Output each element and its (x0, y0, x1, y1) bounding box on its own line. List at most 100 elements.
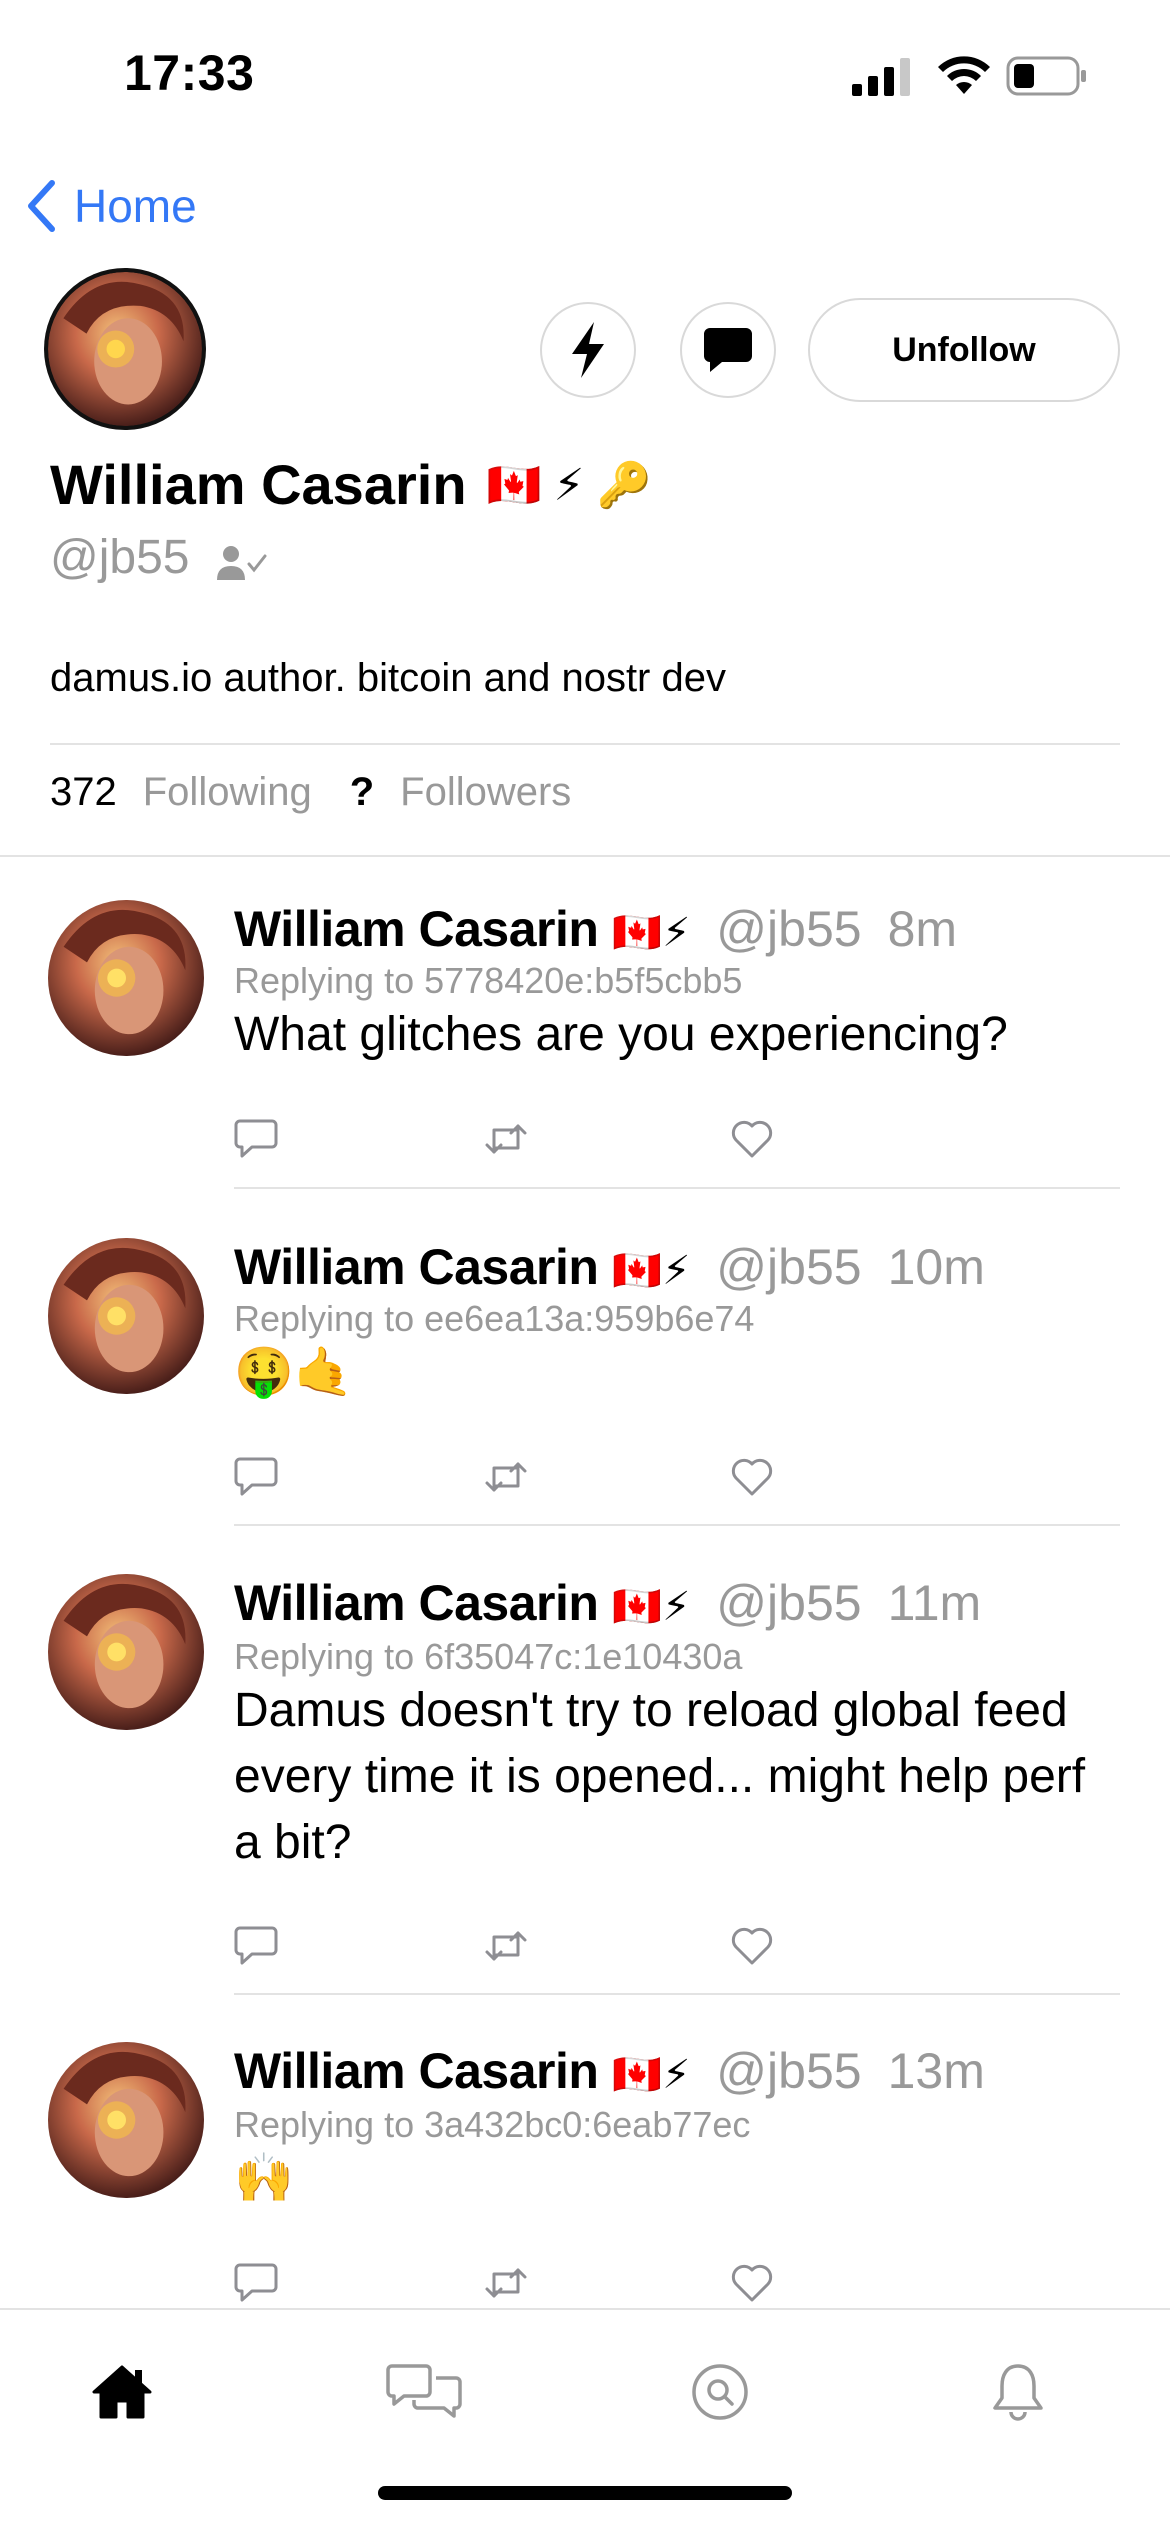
post-content[interactable]: What glitches are you experiencing? (234, 1002, 1114, 1068)
reply-button[interactable] (234, 1456, 482, 1498)
avatar-image (48, 900, 204, 1056)
post-author-name[interactable]: William Casarin (234, 1238, 599, 1296)
post-author-name[interactable]: William Casarin (234, 900, 599, 958)
divider (50, 743, 1120, 745)
followers-label[interactable]: Followers (400, 770, 571, 815)
post-avatar[interactable] (48, 1238, 204, 1394)
post-timestamp: 13m (887, 2043, 985, 2099)
heart-icon (731, 2264, 773, 2302)
post-divider (234, 1187, 1120, 1189)
post-replying-to[interactable]: Replying to 6f35047c:1e10430a (234, 1636, 742, 1678)
bell-icon (993, 2364, 1043, 2421)
post-content[interactable]: 🤑🤙 (234, 1340, 1114, 1406)
following-count[interactable]: 372 (50, 770, 117, 815)
following-label[interactable]: Following (143, 770, 312, 815)
repost-icon (485, 2268, 527, 2298)
follow-stats: 372 Following ? Followers (50, 770, 609, 815)
reply-icon (234, 1457, 278, 1496)
avatar-image (48, 272, 202, 426)
like-button[interactable] (730, 1925, 978, 1967)
heart-icon (731, 1927, 773, 1965)
repost-button[interactable] (482, 1456, 730, 1498)
tab-home[interactable] (82, 2352, 162, 2432)
post-replying-to[interactable]: Replying to 5778420e:b5f5cbb5 (234, 960, 742, 1002)
post-author-emojis: 🇨🇦⚡ (612, 911, 691, 955)
chevron-left-icon (28, 180, 55, 232)
profile-about: damus.io author. bitcoin and nostr dev (50, 656, 726, 700)
cellular-signal-icon (852, 58, 910, 96)
repost-button[interactable] (482, 2262, 730, 2304)
profile-avatar[interactable] (44, 268, 206, 430)
tab-messages[interactable] (384, 2352, 464, 2432)
heart-icon (731, 1120, 773, 1158)
tab-notifications[interactable] (978, 2352, 1058, 2432)
home-indicator (378, 2486, 792, 2500)
post-author-emojis: 🇨🇦⚡ (612, 1249, 691, 1293)
post-author-handle: @jb55 (716, 901, 862, 957)
post-actions (234, 1456, 978, 1498)
profile-display-name: William Casarin 🇨🇦 ⚡ 🔑 (50, 452, 651, 517)
post-author-emojis: 🇨🇦⚡ (612, 2053, 691, 2097)
status-time: 17:33 (124, 45, 255, 101)
wifi-icon (938, 56, 990, 94)
zap-button[interactable] (540, 302, 636, 398)
divider (0, 855, 1170, 857)
post-actions (234, 1118, 978, 1160)
profile-handle-row: @jb55 (50, 530, 267, 585)
post-header: William Casarin 🇨🇦⚡ @jb55 8m (234, 900, 957, 958)
post-author-handle: @jb55 (716, 2043, 862, 2099)
post-avatar[interactable] (48, 2042, 204, 2198)
post-content[interactable]: Damus doesn't try to reload global feed … (234, 1678, 1114, 1876)
avatar-image (48, 2042, 204, 2198)
back-button[interactable]: Home (26, 176, 197, 236)
like-button[interactable] (730, 1456, 978, 1498)
avatar-image (48, 1238, 204, 1394)
display-name-text: William Casarin (50, 453, 467, 516)
post-divider (234, 1993, 1120, 1995)
reply-icon (234, 1926, 278, 1965)
post-actions (234, 2262, 978, 2304)
message-bubble-icon (704, 328, 752, 372)
post-divider (234, 1524, 1120, 1526)
tab-search[interactable] (680, 2352, 760, 2432)
heart-icon (731, 1458, 773, 1496)
avatar-image (48, 1574, 204, 1730)
repost-icon (485, 1124, 527, 1154)
post-author-name[interactable]: William Casarin (234, 1574, 599, 1632)
post-header: William Casarin 🇨🇦⚡ @jb55 13m (234, 2042, 985, 2100)
reply-icon (234, 2263, 278, 2302)
reply-button[interactable] (234, 1925, 482, 1967)
post-author-handle: @jb55 (716, 1575, 862, 1631)
like-button[interactable] (730, 2262, 978, 2304)
post-header: William Casarin 🇨🇦⚡ @jb55 11m (234, 1574, 981, 1632)
home-icon (92, 2365, 152, 2419)
reply-button[interactable] (234, 1118, 482, 1160)
back-label: Home (74, 180, 197, 232)
bolt-icon (572, 322, 604, 378)
followers-count[interactable]: ? (350, 770, 374, 815)
post-author-emojis: 🇨🇦⚡ (612, 1585, 691, 1629)
post-author-name[interactable]: William Casarin (234, 2042, 599, 2100)
battery-icon (1006, 56, 1086, 96)
unfollow-button[interactable]: Unfollow (808, 298, 1120, 402)
post-avatar[interactable] (48, 1574, 204, 1730)
post-content[interactable]: 🙌 (234, 2146, 1114, 2212)
like-button[interactable] (730, 1118, 978, 1160)
post-replying-to[interactable]: Replying to ee6ea13a:959b6e74 (234, 1298, 754, 1340)
name-emojis: 🇨🇦 ⚡ 🔑 (486, 460, 652, 510)
repost-icon (485, 1462, 527, 1492)
person-check-icon (217, 545, 267, 580)
reply-icon (234, 1119, 278, 1158)
post-timestamp: 11m (887, 1575, 982, 1631)
post-avatar[interactable] (48, 900, 204, 1056)
repost-button[interactable] (482, 1925, 730, 1967)
post-actions (234, 1925, 978, 1967)
repost-icon (485, 1931, 527, 1961)
direct-message-button[interactable] (680, 302, 776, 398)
reply-button[interactable] (234, 2262, 482, 2304)
chats-icon (386, 2364, 462, 2418)
post-replying-to[interactable]: Replying to 3a432bc0:6eab77ec (234, 2104, 750, 2146)
profile-handle: @jb55 (50, 531, 190, 584)
repost-button[interactable] (482, 1118, 730, 1160)
post-timestamp: 8m (887, 901, 958, 957)
